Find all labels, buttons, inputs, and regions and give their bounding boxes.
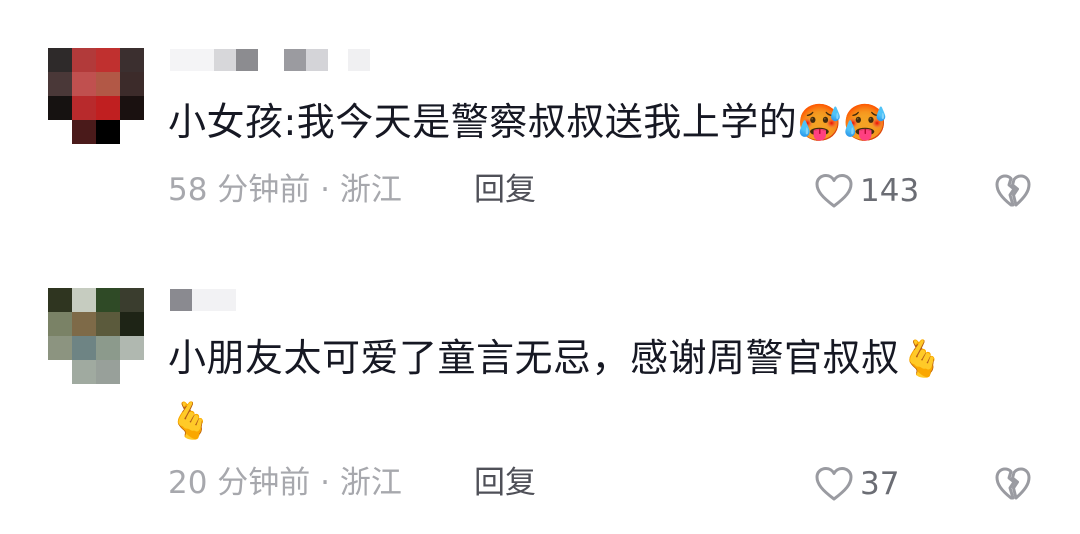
- avatar-pixel: [120, 312, 144, 336]
- avatar-pixel: [72, 96, 96, 120]
- avatar-pixel: [48, 288, 72, 312]
- comment-text: 小朋友太可爱了童言无忌，感谢周警官叔叔🫰 🫰: [168, 328, 1048, 452]
- avatar-pixel: [72, 312, 96, 336]
- heart-outline-icon: [815, 467, 853, 501]
- avatar-pixel: [120, 120, 144, 144]
- avatar-pixel: [48, 72, 72, 96]
- comment-meta: 58 分钟前 · 浙江 回复 143: [168, 168, 1048, 212]
- comment-meta: 20 分钟前 · 浙江 回复 37: [168, 461, 1048, 505]
- avatar-pixel: [120, 96, 144, 120]
- like-button[interactable]: 143: [814, 172, 919, 210]
- face-eating-watermelon-icon: 🥵: [842, 103, 888, 144]
- avatar-pixel: [48, 120, 72, 144]
- reply-button[interactable]: 回复: [474, 168, 536, 212]
- username-redacted[interactable]: [170, 48, 370, 72]
- username-redacted[interactable]: [170, 288, 236, 312]
- avatar-pixel: [96, 360, 120, 384]
- avatar-pixel: [96, 48, 120, 72]
- like-count: 37: [860, 466, 900, 502]
- comment-body: 小女孩:我今天是警察叔叔送我上学的: [168, 100, 798, 144]
- comment-body: 小朋友太可爱了童言无忌，感谢周警官叔叔: [168, 336, 900, 380]
- avatar-pixel: [48, 336, 72, 360]
- avatar-pixel: [96, 120, 120, 144]
- comment-item: 小朋友太可爱了童言无忌，感谢周警官叔叔🫰 🫰 20 分钟前 · 浙江 回复 37: [0, 250, 1080, 534]
- comment-item: 小女孩:我今天是警察叔叔送我上学的🥵🥵 58 分钟前 · 浙江 回复 143: [0, 0, 1080, 250]
- avatar-pixel: [120, 48, 144, 72]
- avatar-pixel: [48, 96, 72, 120]
- avatar[interactable]: [48, 48, 144, 144]
- avatar-pixel: [120, 360, 144, 384]
- avatar-pixel: [120, 288, 144, 312]
- comment-time-location: 20 分钟前 · 浙江: [168, 465, 402, 501]
- comment-text: 小女孩:我今天是警察叔叔送我上学的🥵🥵: [168, 92, 1048, 154]
- reply-button[interactable]: 回复: [474, 461, 536, 505]
- avatar-pixel: [96, 312, 120, 336]
- avatar-pixel: [72, 48, 96, 72]
- comment-time-location: 58 分钟前 · 浙江: [168, 172, 402, 208]
- avatar-pixel: [72, 360, 96, 384]
- broken-heart-icon: [995, 174, 1031, 207]
- like-button[interactable]: 37: [814, 465, 899, 503]
- avatar-pixel: [96, 336, 120, 360]
- broken-heart-icon: [995, 467, 1031, 500]
- avatar-pixel: [48, 360, 72, 384]
- avatar-pixel: [96, 96, 120, 120]
- avatar-pixel: [96, 72, 120, 96]
- avatar-pixel: [72, 72, 96, 96]
- avatar-pixel: [96, 288, 120, 312]
- avatar-pixel: [120, 336, 144, 360]
- like-count: 143: [860, 173, 920, 209]
- dislike-button[interactable]: [994, 465, 1032, 503]
- finger-heart-icon: 🫰: [168, 401, 214, 442]
- avatar[interactable]: [48, 288, 144, 384]
- avatar-pixel: [48, 312, 72, 336]
- avatar-pixel: [120, 72, 144, 96]
- avatar-pixel: [72, 288, 96, 312]
- finger-heart-icon: 🫰: [899, 339, 945, 380]
- avatar-pixel: [48, 48, 72, 72]
- dislike-button[interactable]: [994, 172, 1032, 210]
- avatar-pixel: [72, 120, 96, 144]
- heart-outline-icon: [815, 174, 853, 208]
- face-eating-watermelon-icon: 🥵: [797, 103, 843, 144]
- avatar-pixel: [72, 336, 96, 360]
